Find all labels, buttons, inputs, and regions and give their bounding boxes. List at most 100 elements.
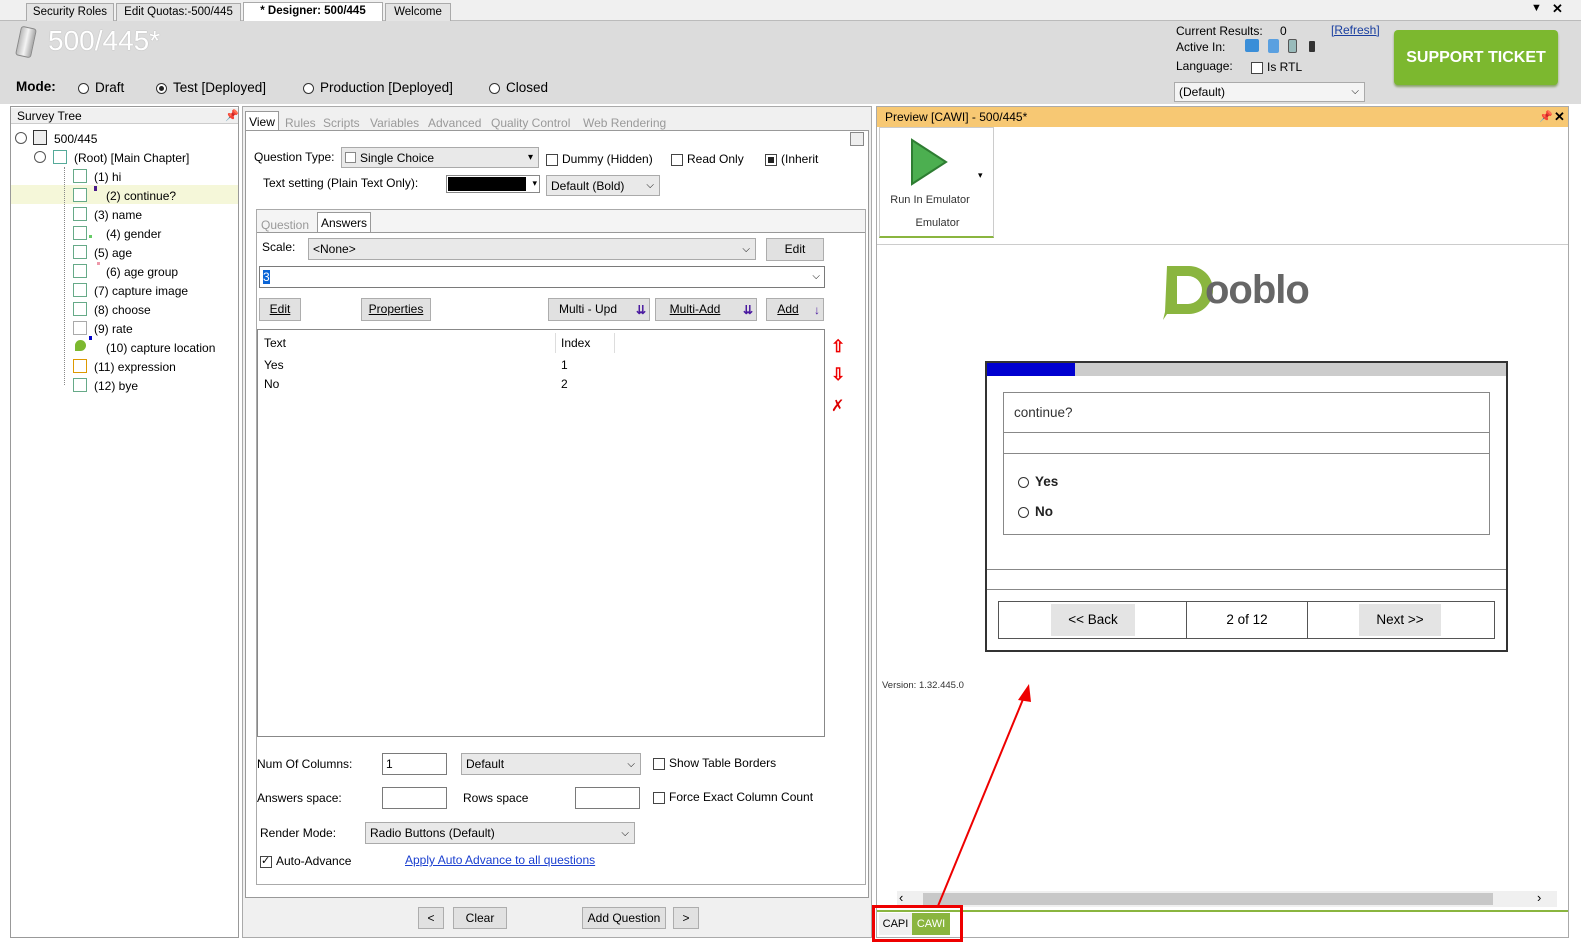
auto-advance-checkbox[interactable]: Auto-Advance (260, 854, 351, 868)
close-icon[interactable]: ✕ (1552, 1, 1563, 17)
apply-auto-advance-link[interactable]: Apply Auto Advance to all questions (405, 853, 595, 867)
mode-closed[interactable]: Closed (489, 80, 548, 95)
column-header-text[interactable]: Text (264, 336, 286, 350)
back-button[interactable]: << Back (1051, 604, 1135, 636)
tree-root[interactable]: 500/445 (54, 132, 97, 146)
tree-chapter[interactable]: (Root) [Main Chapter] (74, 151, 189, 165)
pin-icon[interactable]: 📌 (1539, 110, 1553, 123)
scale-select[interactable]: <None> ⌵ (308, 238, 756, 260)
question-type-select[interactable]: Single Choice ▾ (341, 147, 539, 168)
tree-item-7[interactable]: (7) capture image (94, 284, 188, 298)
tab-dropdown-icon[interactable]: ▼ (1531, 2, 1542, 14)
tree-item-6[interactable]: (6) age group (106, 265, 178, 279)
tab-scripts[interactable]: Scripts (323, 116, 360, 130)
scroll-right-icon[interactable]: › (1537, 891, 1541, 905)
show-borders-checkbox[interactable]: Show Table Borders (653, 756, 776, 770)
radio-icon[interactable] (1018, 506, 1029, 518)
tab-variables[interactable]: Variables (370, 116, 419, 130)
tree-item-2[interactable]: (2) continue? (106, 189, 176, 203)
dummy-hidden-checkbox[interactable]: Dummy (Hidden) (546, 152, 653, 166)
next-question-button[interactable]: > (673, 907, 699, 929)
answer-edit-button[interactable]: Edit (259, 298, 301, 321)
tab-welcome[interactable]: Welcome (385, 3, 451, 21)
answer-row-index[interactable]: 1 (561, 358, 568, 372)
mode-production[interactable]: Production [Deployed] (303, 80, 453, 95)
tab-answers[interactable]: Answers (317, 212, 371, 233)
add-question-button[interactable]: Add Question (582, 907, 666, 929)
answers-space-input[interactable] (382, 787, 447, 809)
multi-add-button[interactable]: Multi-Add ⇊ (655, 298, 757, 321)
pin-icon[interactable]: 📌 (225, 109, 239, 122)
tree-item-5[interactable]: (5) age (94, 246, 132, 260)
refresh-link[interactable]: [Refresh] (1331, 23, 1380, 37)
read-only-checkbox[interactable]: Read Only (671, 152, 744, 166)
tab-security-roles[interactable]: Security Roles (26, 3, 114, 21)
radio-icon[interactable] (303, 82, 314, 94)
move-up-icon[interactable]: ⇧ (831, 337, 845, 357)
inherit-checkbox[interactable]: (Inherit (765, 152, 818, 166)
tab-edit-quotas[interactable]: Edit Quotas:-500/445 (116, 3, 241, 21)
multi-upd-button[interactable]: Multi - Upd ⇊ (548, 298, 650, 321)
force-exact-checkbox[interactable]: Force Exact Column Count (653, 790, 813, 804)
checkbox-icon[interactable] (671, 153, 683, 166)
radio-selected-icon[interactable] (156, 82, 167, 94)
checkbox-icon[interactable] (546, 153, 558, 166)
scroll-left-icon[interactable]: ‹ (899, 891, 903, 905)
radio-icon[interactable] (78, 82, 89, 94)
checkbox-icon[interactable] (1251, 61, 1263, 74)
tab-advanced[interactable]: Advanced (428, 116, 481, 130)
collapse-icon[interactable] (15, 132, 27, 144)
collapse-icon[interactable] (34, 151, 46, 163)
answer-row-text[interactable]: No (264, 377, 279, 391)
tab-web-rendering[interactable]: Web Rendering (583, 116, 666, 130)
checkbox-icon[interactable] (653, 757, 665, 770)
answer-search-input[interactable]: 3 ⌵ (259, 266, 825, 288)
checkbox-checked-icon[interactable] (260, 854, 272, 868)
tab-question[interactable]: Question (261, 218, 309, 232)
chevron-down-icon[interactable]: ▾ (978, 170, 983, 181)
tree-item-8[interactable]: (8) choose (94, 303, 151, 317)
answer-row-index[interactable]: 2 (561, 377, 568, 391)
clipboard-icon[interactable] (850, 132, 864, 146)
prev-question-button[interactable]: < (418, 907, 444, 929)
close-icon[interactable]: ✕ (1554, 109, 1565, 125)
tab-view[interactable]: View (245, 111, 279, 131)
delete-icon[interactable]: ✗ (831, 396, 844, 416)
mode-test[interactable]: Test [Deployed] (156, 80, 266, 95)
tree-item-10[interactable]: (10) capture location (106, 341, 215, 355)
is-rtl-checkbox[interactable]: Is RTL (1251, 60, 1302, 74)
tree-item-12[interactable]: (12) bye (94, 379, 138, 393)
rows-space-input[interactable] (575, 787, 640, 809)
answer-row-text[interactable]: Yes (264, 358, 284, 372)
column-header-index[interactable]: Index (561, 336, 590, 350)
tab-rules[interactable]: Rules (285, 116, 316, 130)
scale-edit-button[interactable]: Edit (766, 238, 824, 261)
text-color-picker[interactable]: ▾ (446, 175, 540, 193)
tree-item-3[interactable]: (3) name (94, 208, 142, 222)
move-down-icon[interactable]: ⇩ (831, 365, 845, 385)
tree-item-11[interactable]: (11) expression (94, 360, 176, 374)
radio-icon[interactable] (1018, 476, 1029, 488)
tree-item-9[interactable]: (9) rate (94, 322, 133, 336)
language-select[interactable]: (Default) ⌵ (1174, 82, 1365, 102)
add-answer-button[interactable]: Add ↓ (766, 298, 824, 321)
num-columns-input[interactable]: 1 (382, 753, 447, 775)
tree-item-1[interactable]: (1) hi (94, 170, 121, 184)
mode-draft[interactable]: Draft (78, 80, 124, 95)
run-in-emulator-label[interactable]: Run In Emulator (880, 194, 980, 206)
checkbox-indeterminate-icon[interactable] (765, 153, 777, 166)
radio-icon[interactable] (489, 82, 500, 94)
render-mode-select[interactable]: Radio Buttons (Default) ⌵ (365, 822, 635, 844)
tab-quality-control[interactable]: Quality Control (491, 116, 570, 130)
columns-mode-select[interactable]: Default ⌵ (461, 753, 641, 775)
support-ticket-button[interactable]: SUPPORT TICKET (1394, 30, 1558, 85)
clear-button[interactable]: Clear (453, 907, 507, 929)
next-button[interactable]: Next >> (1359, 604, 1441, 636)
run-emulator-icon[interactable] (908, 138, 948, 186)
properties-button[interactable]: Properties (361, 298, 431, 321)
option-yes[interactable]: Yes (1018, 474, 1058, 489)
checkbox-icon[interactable] (653, 791, 665, 804)
text-style-select[interactable]: Default (Bold) ⌵ (546, 175, 660, 196)
tree-item-4[interactable]: (4) gender (106, 227, 161, 241)
tab-designer[interactable]: * Designer: 500/445 (243, 2, 383, 22)
